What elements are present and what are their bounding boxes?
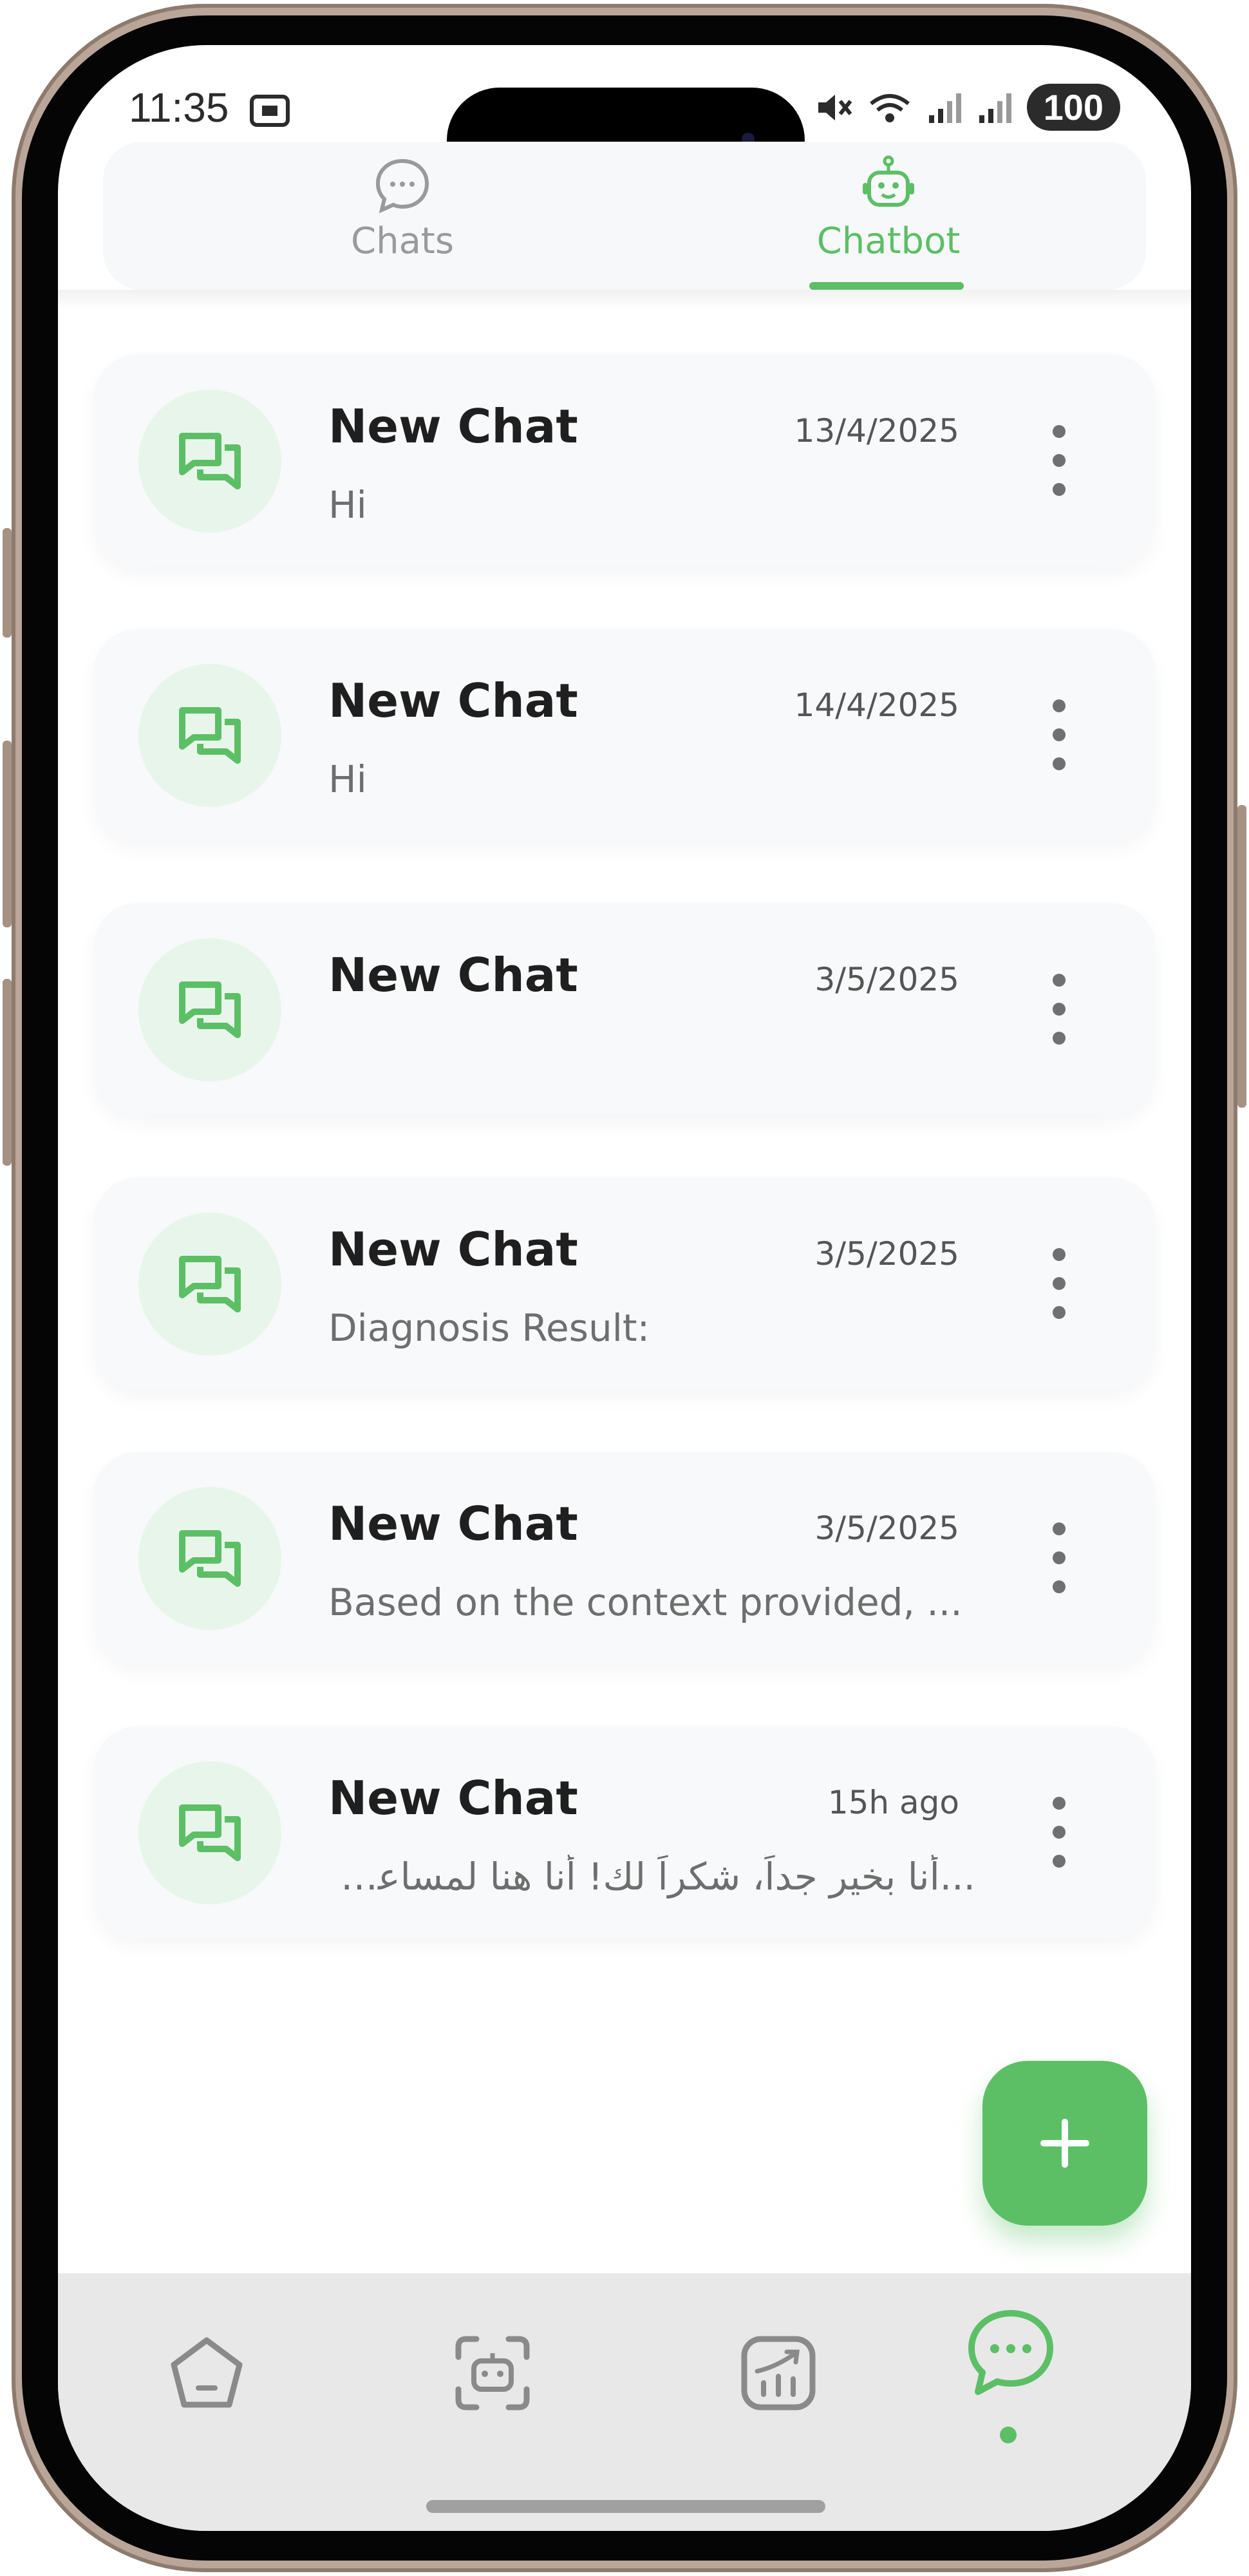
tab-chats[interactable]: Chats <box>274 142 531 290</box>
plus-icon <box>1040 2119 1089 2168</box>
top-tab-bar: Chats Chatbot <box>103 142 1146 290</box>
more-options-button[interactable] <box>1040 1797 1078 1868</box>
more-options-button[interactable] <box>1040 1248 1078 1319</box>
side-button-action <box>3 528 12 638</box>
chat-preview: Based on the context provided, ... <box>328 1580 963 1624</box>
more-options-button[interactable] <box>1040 425 1078 496</box>
chat-preview: Diagnosis Result: <box>328 1306 650 1350</box>
forum-icon <box>179 981 241 1038</box>
home-indicator[interactable] <box>426 2500 825 2513</box>
more-dot-icon <box>1053 1551 1066 1564</box>
chat-list-item[interactable]: New Chat 3/5/2025 <box>93 903 1156 1115</box>
chat-date: 3/5/2025 <box>814 1510 959 1547</box>
side-button-volume-down <box>3 979 12 1166</box>
more-dot-icon <box>1053 1855 1066 1868</box>
more-dot-icon <box>1053 728 1066 741</box>
more-dot-icon <box>1053 1003 1066 1016</box>
chat-bubble-icon <box>375 158 429 214</box>
phone-screen: 11:35 100 Chats Chatbot New Chat 13/4/20… <box>58 45 1191 2531</box>
forum-icon <box>179 1530 241 1587</box>
chat-title: New Chat <box>328 948 578 1002</box>
forum-icon <box>179 1256 241 1312</box>
chat-preview: ...أنا بخير جداً، شكراً لك! أنا هنا لمسا… <box>328 1855 975 1899</box>
tab-chatbot[interactable]: Chatbot <box>785 142 991 290</box>
chat-avatar <box>138 1761 281 1904</box>
chat-list-item[interactable]: New Chat 3/5/2025 Diagnosis Result: <box>93 1177 1156 1390</box>
mute-icon <box>818 94 852 120</box>
more-dot-icon <box>1053 425 1066 438</box>
more-dot-icon <box>1053 1248 1066 1261</box>
more-options-button[interactable] <box>1040 974 1078 1045</box>
chat-avatar <box>138 938 281 1081</box>
chat-list-item[interactable]: New Chat 13/4/2025 Hi <box>93 354 1156 567</box>
chat-title: New Chat <box>328 399 578 453</box>
more-options-button[interactable] <box>1040 699 1078 770</box>
chat-date: 14/4/2025 <box>794 687 959 724</box>
side-button-power <box>1237 805 1246 1108</box>
more-dot-icon <box>1053 1797 1066 1810</box>
chat-date: 13/4/2025 <box>794 412 959 450</box>
chat-list-item[interactable]: New Chat 3/5/2025 Based on the context pro… <box>93 1452 1156 1664</box>
signal-icon-2 <box>979 93 1011 123</box>
nav-analytics[interactable] <box>730 2325 827 2421</box>
more-options-button[interactable] <box>1040 1522 1078 1593</box>
header-divider <box>58 290 1191 309</box>
chat-list-item[interactable]: New Chat 15h ago ...أنا بخير جداً، شكراً ل… <box>93 1726 1156 1938</box>
status-icons: 100 <box>814 84 1120 131</box>
chat-title: New Chat <box>328 674 578 728</box>
forum-icon <box>179 707 241 764</box>
bottom-navigation <box>58 2273 1191 2531</box>
chat-title: New Chat <box>328 1222 578 1276</box>
more-dot-icon <box>1053 1032 1066 1045</box>
more-dot-icon <box>1053 1580 1066 1593</box>
side-button-volume-up <box>3 741 12 927</box>
more-dot-icon <box>1053 1277 1066 1290</box>
chat-date: 3/5/2025 <box>814 961 959 998</box>
more-dot-icon <box>1053 974 1066 987</box>
nav-chat[interactable] <box>959 2302 1062 2405</box>
screenshot-icon <box>250 95 290 128</box>
tab-chats-label: Chats <box>350 220 455 262</box>
chat-list-item[interactable]: New Chat 14/4/2025 Hi <box>93 629 1156 841</box>
chat-avatar <box>138 664 281 807</box>
home-icon <box>171 2337 243 2408</box>
chat-date: 15h ago <box>827 1784 959 1821</box>
chat-title: New Chat <box>328 1497 578 1551</box>
status-time: 11:35 <box>129 84 290 131</box>
signal-icon-1 <box>928 93 961 123</box>
robot-icon <box>863 155 914 207</box>
nav-scan-bot[interactable] <box>444 2325 541 2421</box>
more-dot-icon <box>1053 699 1066 712</box>
chat-avatar <box>138 390 281 533</box>
chat-preview: Hi <box>328 757 367 801</box>
analytics-icon <box>741 2336 816 2410</box>
scan-bot-icon <box>455 2336 530 2410</box>
nav-home[interactable] <box>158 2325 255 2421</box>
chat-title: New Chat <box>328 1771 578 1825</box>
chat-avatar <box>138 1213 281 1356</box>
new-chat-button[interactable] <box>982 2061 1147 2226</box>
more-dot-icon <box>1053 757 1066 770</box>
chat-avatar <box>138 1487 281 1630</box>
wifi-icon <box>869 93 910 122</box>
chat-icon <box>968 2310 1053 2395</box>
battery-indicator: 100 <box>1026 84 1120 131</box>
chat-date: 3/5/2025 <box>814 1235 959 1273</box>
more-dot-icon <box>1053 454 1066 467</box>
more-dot-icon <box>1053 1306 1066 1319</box>
forum-icon <box>179 433 241 489</box>
active-tab-indicator <box>809 282 964 290</box>
more-dot-icon <box>1053 1522 1066 1535</box>
more-dot-icon <box>1053 1826 1066 1839</box>
more-dot-icon <box>1053 483 1066 496</box>
active-nav-dot <box>1000 2427 1017 2443</box>
tab-chatbot-label: Chatbot <box>816 220 961 262</box>
forum-icon <box>179 1804 241 1861</box>
chat-preview: Hi <box>328 483 367 527</box>
